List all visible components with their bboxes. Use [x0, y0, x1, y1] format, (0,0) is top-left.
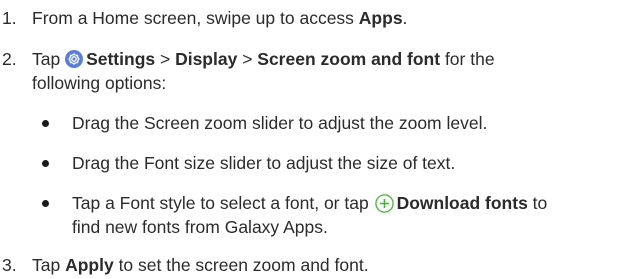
step-text-part: From a Home screen, swipe up to access [32, 8, 359, 28]
screen-zoom-font-label: Screen zoom and font [257, 49, 441, 69]
bullet-line: find new fonts from Galaxy Apps. [72, 217, 328, 237]
step-text-part: . [402, 8, 408, 28]
step-text-part: for the [440, 49, 495, 69]
instructions: 1. From a Home screen, swipe up to acces… [0, 0, 636, 279]
step-number: 2. [2, 49, 17, 69]
step-text: Tap Settings > Display > Screen zoom and… [32, 47, 630, 95]
bullet-text: Drag the Screen zoom slider to adjust th… [72, 113, 488, 133]
bullet-text: Tap a Font style to select a font, or ta… [72, 191, 632, 239]
step-line: following options: [32, 73, 167, 93]
step-line: Tap Settings > Display > Screen zoom and… [32, 47, 630, 71]
settings-label: Settings [86, 49, 156, 69]
step-text-part: to set the screen zoom and font. [113, 255, 369, 275]
bullet-icon [42, 160, 49, 167]
bullet-text-part: to [527, 193, 548, 213]
bullet-icon [42, 120, 49, 127]
step-text: Tap Apply to set the screen zoom and fon… [32, 253, 630, 277]
step-text-part: Tap [32, 255, 66, 275]
bullet-text-part: Tap a Font style to select a font, or ta… [72, 193, 374, 213]
bullet-icon [42, 200, 49, 207]
step-number: 3. [2, 255, 17, 275]
separator: > [237, 49, 258, 69]
gear-icon [65, 50, 84, 68]
separator: > [155, 49, 176, 69]
download-fonts-label: Download fonts [396, 193, 528, 213]
apply-label: Apply [65, 255, 114, 275]
display-label: Display [175, 49, 238, 69]
bullet-line: Tap a Font style to select a font, or ta… [72, 191, 632, 215]
step-number: 1. [2, 8, 17, 28]
bullet-text: Drag the Font size slider to adjust the … [72, 153, 456, 173]
step-text: From a Home screen, swipe up to access A… [32, 6, 630, 30]
plus-circle-icon [374, 194, 394, 213]
step-text-part: Tap [32, 49, 66, 69]
apps-label: Apps [358, 8, 403, 28]
